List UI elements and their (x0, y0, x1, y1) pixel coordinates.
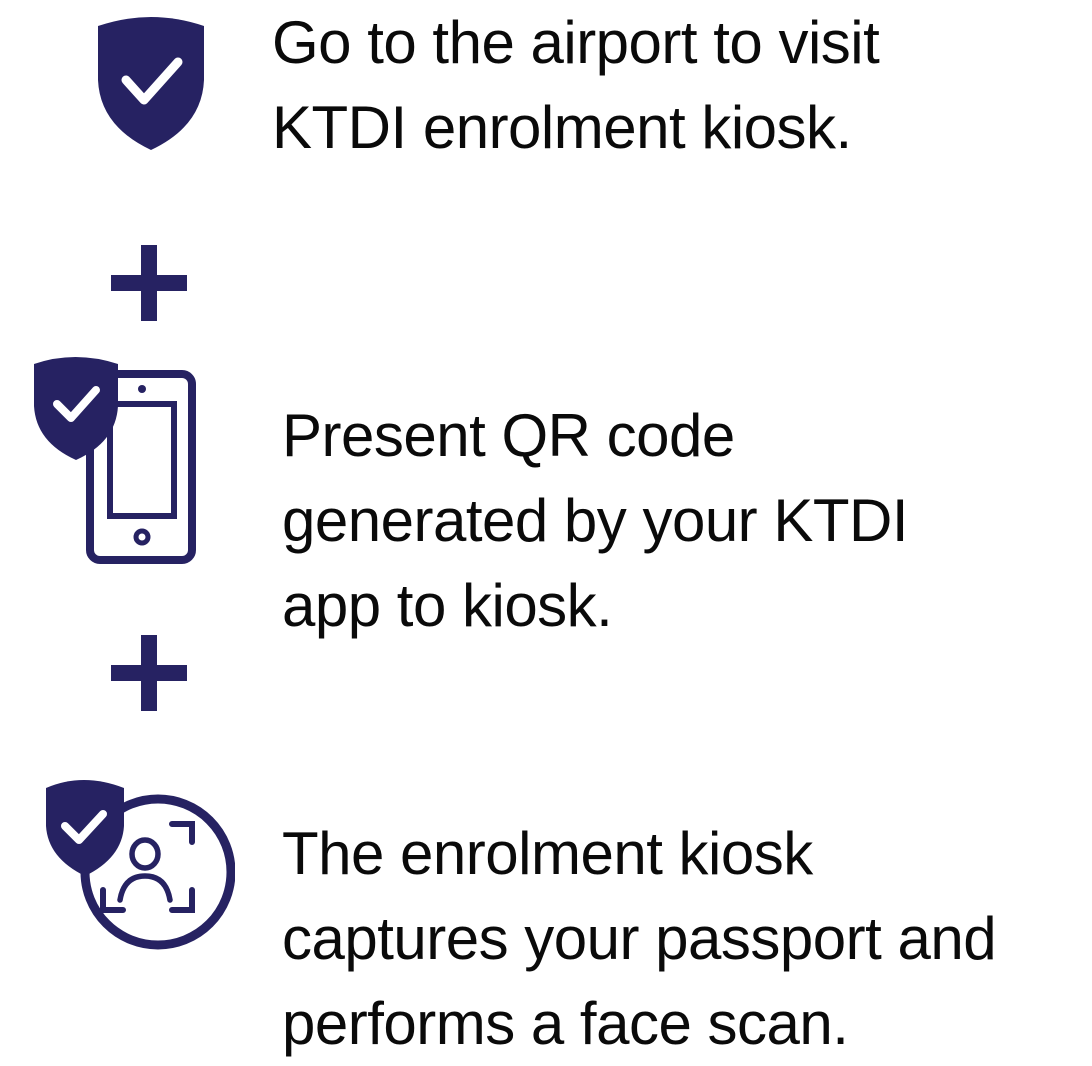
step-3-line-1: The enrolment kiosk (282, 820, 813, 887)
step-3-text: The enrolment kiosk captures your passpo… (282, 811, 997, 1066)
step-2-text: Present QR code generated by your KTDI a… (282, 393, 909, 648)
step-1-text: Go to the airport to visit KTDI enrolmen… (272, 0, 880, 170)
step-2-line-1: Present QR code (282, 402, 735, 469)
step-1-line-2: KTDI enrolment kiosk. (272, 94, 852, 161)
plus-icon (111, 635, 187, 711)
shield-check-icon (98, 17, 204, 150)
step-3-line-3: performs a face scan. (282, 990, 849, 1057)
phone-shield-check-icon (34, 357, 196, 564)
step-1-line-1: Go to the airport to visit (272, 9, 880, 76)
face-scan-shield-check-icon (46, 780, 235, 950)
step-2-line-2: generated by your KTDI (282, 487, 909, 554)
step-3-line-2: captures your passport and (282, 905, 997, 972)
plus-icon (111, 245, 187, 321)
step-2-line-3: app to kiosk. (282, 572, 613, 639)
